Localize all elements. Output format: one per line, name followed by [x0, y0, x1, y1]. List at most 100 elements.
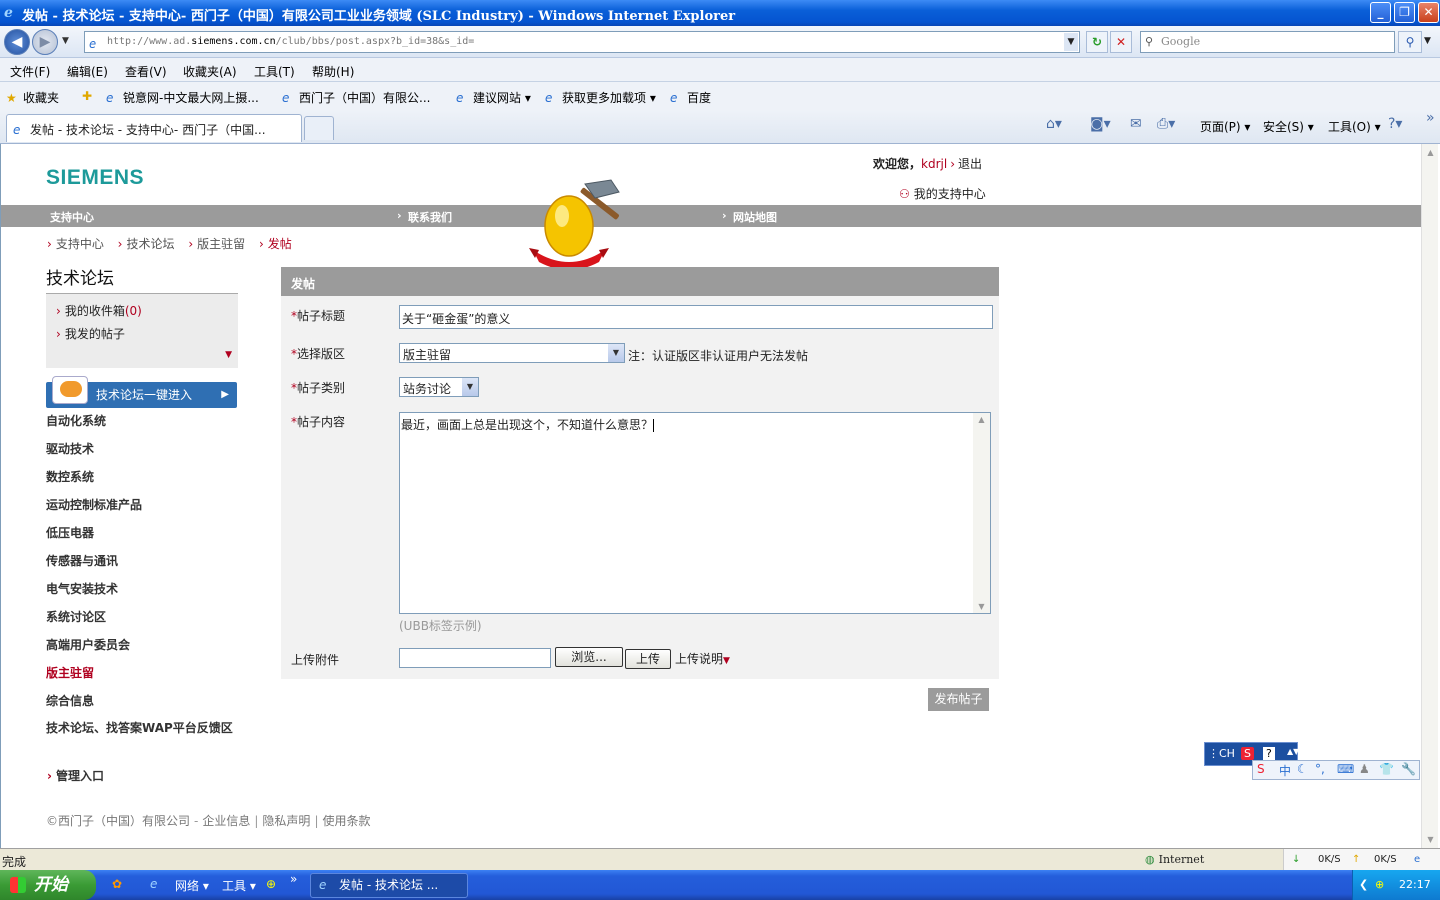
refresh-button[interactable]: ↻ [1086, 31, 1108, 53]
user-icon[interactable]: ♟ [1359, 762, 1370, 776]
textarea-scrollbar[interactable]: ▲ ▼ [973, 413, 990, 613]
quicklaunch-icon[interactable]: ✿ [112, 877, 122, 891]
category-item[interactable]: 数控系统 [46, 468, 236, 496]
breadcrumb-support-center[interactable]: 支持中心 [56, 237, 104, 251]
taskbar-tools[interactable]: 工具 ▾ [222, 877, 256, 894]
punctuation-icon[interactable]: °, [1315, 762, 1325, 776]
footer-privacy[interactable]: 隐私声明 [262, 814, 310, 828]
favorite-link-2[interactable]: e 西门子（中国）有限公... [282, 89, 430, 106]
add-icon[interactable]: ⊕ [266, 877, 276, 891]
menu-help[interactable]: 帮助(H) [312, 63, 354, 80]
feeds-icon[interactable]: ◙▾ [1090, 116, 1111, 132]
tray-expand-icon[interactable]: ❮ [1359, 878, 1368, 891]
menu-view[interactable]: 查看(V) [125, 63, 167, 80]
address-input[interactable]: e http://www.ad.siemens.com.cn/club/bbs/… [84, 31, 1080, 53]
taskbar-network[interactable]: 网络 ▾ [175, 877, 209, 894]
category-item[interactable]: 高端用户委员会 [46, 636, 236, 664]
golden-egg-hammer-icon[interactable] [529, 178, 629, 268]
ime-status-bar[interactable]: S 中 ☾ °, ⌨ ♟ 👕 🔧 [1252, 760, 1420, 780]
taskbar-ie-window[interactable]: e 发帖 - 技术论坛 ... [310, 873, 468, 898]
breadcrumb-moderator[interactable]: 版主驻留 [197, 237, 245, 251]
taskbar-more[interactable]: » [290, 872, 297, 886]
category-item[interactable]: 运动控制标准产品 [46, 496, 236, 524]
page-menu[interactable]: 页面(P) ▾ [1200, 118, 1250, 135]
menu-favorites[interactable]: 收藏夹(A) [183, 63, 237, 80]
ime-menu-icon[interactable]: ▲▼ [1287, 747, 1299, 756]
footer-company-info[interactable]: 企业信息 [202, 814, 250, 828]
drag-handle-icon[interactable]: ⋮ [1208, 747, 1219, 760]
browse-button[interactable]: 浏览... [555, 647, 623, 667]
mail-icon[interactable]: ✉ [1130, 116, 1142, 132]
scroll-up-icon[interactable]: ▲ [1422, 144, 1439, 161]
ime-lang[interactable]: CH [1219, 747, 1235, 760]
ime-help-icon[interactable]: ? [1263, 747, 1275, 760]
forum-quick-entry-button[interactable]: 技术论坛一键进入 ▶ [46, 376, 237, 408]
ie-quicklaunch-icon[interactable]: e [150, 877, 157, 891]
nav-support-center[interactable]: 支持中心 [50, 209, 94, 225]
category-item[interactable]: 技术论坛、找答案WAP平台反馈区 [46, 720, 236, 766]
my-posts-link[interactable]: › 我发的帖子 [56, 325, 238, 342]
subject-input[interactable]: 关于“砸金蛋”的意义 [399, 305, 993, 329]
file-path-input[interactable] [399, 648, 551, 668]
category-item-active[interactable]: 版主驻留 [46, 664, 236, 692]
favorite-link-4[interactable]: e 获取更多加载项 ▾ [545, 89, 656, 106]
favorites-button[interactable]: ★ 收藏夹 [6, 89, 59, 106]
search-options-dropdown-icon[interactable]: ▼ [1424, 36, 1431, 46]
my-support-link[interactable]: ⚇ 我的支持中心 [899, 185, 986, 202]
admin-entry-link[interactable]: › 管理入口 [47, 767, 104, 784]
tray-app-icon[interactable]: ⊕ [1375, 878, 1384, 891]
expand-triangle-icon[interactable]: ▼ [225, 350, 232, 360]
category-item[interactable]: 综合信息 [46, 692, 236, 720]
scroll-down-icon[interactable]: ▼ [973, 602, 990, 611]
nav-contact-us[interactable]: 联系我们 [408, 209, 452, 225]
stop-button[interactable]: ✕ [1110, 31, 1132, 53]
wrench-icon[interactable]: 🔧 [1401, 762, 1416, 776]
inbox-link[interactable]: › 我的收件箱(0) [56, 302, 238, 319]
add-favorite-icon[interactable]: ✚ [82, 89, 99, 103]
tools-menu[interactable]: 工具(O) ▾ [1328, 118, 1381, 135]
minimize-button[interactable]: _ [1370, 2, 1391, 23]
scroll-down-icon[interactable]: ▼ [1422, 831, 1439, 848]
skin-icon[interactable]: 👕 [1379, 762, 1394, 776]
ubb-examples-link[interactable]: (UBB标签示例) [399, 617, 482, 634]
sogou-icon[interactable]: S [1241, 747, 1254, 760]
sogou-icon[interactable]: S [1257, 762, 1265, 776]
content-textarea[interactable]: 最近，画面上总是出现这个，不知道什么意思？ ▲ ▼ [399, 412, 991, 614]
maximize-button[interactable]: ❐ [1394, 2, 1415, 23]
favorite-link-3[interactable]: e 建议网站 ▾ [456, 89, 531, 106]
favorite-link-5[interactable]: e 百度 [670, 89, 711, 106]
upload-help-link[interactable]: 上传说明▼ [675, 650, 730, 667]
category-item[interactable]: 系统讨论区 [46, 608, 236, 636]
logout-link[interactable]: 退出 [958, 157, 982, 171]
home-icon[interactable]: ⌂▾ [1046, 116, 1062, 132]
new-tab-button[interactable] [304, 116, 334, 140]
nav-sitemap[interactable]: 网站地图 [733, 209, 777, 225]
toolbar-more-icon[interactable]: » [1426, 110, 1435, 126]
keyboard-icon[interactable]: ⌨ [1337, 762, 1354, 776]
menu-tools[interactable]: 工具(T) [254, 63, 295, 80]
siemens-logo[interactable]: SIEMENS [46, 166, 144, 190]
help-icon[interactable]: ?▾ [1388, 116, 1402, 132]
category-item[interactable]: 驱动技术 [46, 440, 236, 468]
search-go-button[interactable]: ⚲ [1398, 31, 1422, 53]
type-select[interactable]: 站务讨论 ▼ [399, 377, 479, 397]
username-link[interactable]: kdrjl [921, 157, 947, 171]
category-item[interactable]: 低压电器 [46, 524, 236, 552]
close-window-button[interactable]: ✕ [1418, 2, 1439, 23]
menu-edit[interactable]: 编辑(E) [67, 63, 108, 80]
start-button[interactable]: 开始 [0, 870, 96, 900]
safety-menu[interactable]: 安全(S) ▾ [1263, 118, 1314, 135]
page-scrollbar[interactable]: ▲ ▼ [1421, 144, 1438, 848]
upload-button[interactable]: 上传 [625, 649, 671, 669]
moon-icon[interactable]: ☾ [1297, 762, 1308, 776]
back-button[interactable]: ◀ [4, 29, 30, 55]
breadcrumb-forum[interactable]: 技术论坛 [126, 237, 174, 251]
print-icon[interactable]: ⎙▾ [1157, 116, 1175, 132]
address-dropdown-icon[interactable]: ▼ [1064, 33, 1078, 51]
scroll-up-icon[interactable]: ▲ [973, 415, 990, 424]
board-select[interactable]: 版主驻留 ▼ [399, 343, 625, 363]
category-item[interactable]: 自动化系统 [46, 412, 236, 440]
favorite-link-1[interactable]: e 锐意网-中文最大网上摄... [106, 89, 259, 106]
submit-post-button[interactable]: 发布帖子 [928, 688, 989, 711]
category-item[interactable]: 传感器与通讯 [46, 552, 236, 580]
